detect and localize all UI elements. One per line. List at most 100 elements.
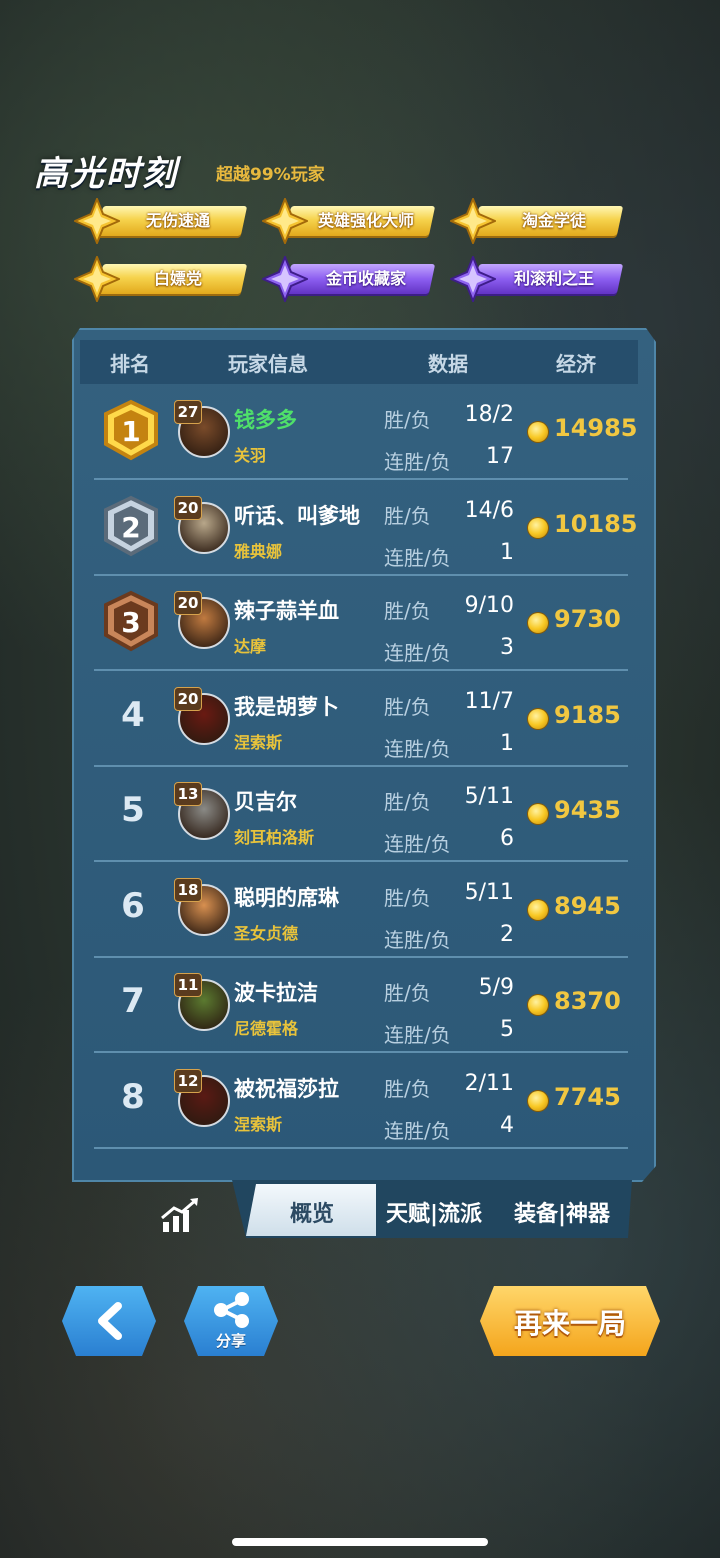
ranking-row[interactable]: 4 20 我是胡萝卜 涅索斯 胜/负 11/7 连胜/负 1 9185 [94, 671, 628, 767]
player-level: 20 [174, 591, 202, 615]
header-player: 玩家信息 [228, 352, 308, 376]
header-economy: 经济 [556, 352, 596, 376]
win-loss-value: 5/9 [478, 975, 514, 1000]
ranking-row[interactable]: 1 27 钱多多 关羽 胜/负 18/2 连胜/负 17 14985 [94, 384, 638, 480]
ranking-row[interactable]: 5 13 贝吉尔 刻耳柏洛斯 胜/负 5/11 连胜/负 6 9435 [94, 766, 628, 862]
win-loss-value: 5/11 [464, 879, 514, 905]
badge-label: 无伤速通 [145, 211, 210, 230]
rank-medal-icon: 3 [104, 590, 158, 652]
economy-value: 10185 [554, 509, 638, 538]
badge-label: 英雄强化大师 [317, 211, 414, 230]
streak-value: 4 [500, 1112, 514, 1138]
badge-label: 利滚利之王 [513, 269, 594, 288]
hero-name: 关羽 [234, 446, 267, 465]
streak-value: 2 [500, 921, 514, 947]
player-level: 27 [174, 400, 202, 424]
tab-overview[interactable]: 概览 [290, 1196, 334, 1228]
player-name: 聪明的席琳 [234, 885, 339, 910]
coin-icon [528, 708, 548, 729]
streak-label: 连胜/负 [384, 736, 451, 761]
achievement-badges: 无伤速通 英雄强化大师 淘金学徒 白嫖党 金币收藏家 利滚利之王 [70, 192, 630, 304]
rank-medal-number: 1 [121, 415, 140, 448]
win-loss-value: 14/6 [464, 497, 514, 523]
hero-name: 涅索斯 [234, 732, 283, 752]
rank-number: 5 [121, 790, 145, 830]
economy-value: 7745 [554, 1082, 621, 1111]
badge-hero-upgrade-master[interactable]: 英雄强化大师 [262, 198, 436, 244]
badge-gold-apprentice[interactable]: 淘金学徒 [450, 198, 624, 244]
player-level: 11 [174, 973, 202, 997]
hero-name: 刻耳柏洛斯 [234, 828, 315, 847]
streak-value: 5 [500, 1017, 514, 1042]
ranking-row[interactable]: 8 12 被祝福莎拉 涅索斯 胜/负 2/11 连胜/负 4 7745 [94, 1053, 628, 1149]
win-loss-label: 胜/负 [384, 694, 431, 719]
win-loss-label: 胜/负 [384, 503, 431, 528]
streak-label: 连胜/负 [384, 450, 451, 474]
rank-medal-icon: 2 [104, 495, 158, 556]
streak-value: 1 [500, 730, 514, 756]
player-level: 20 [174, 495, 202, 520]
win-loss-label: 胜/负 [384, 1076, 431, 1101]
tab-equipment[interactable]: 装备|神器 [514, 1196, 610, 1228]
streak-value: 1 [500, 539, 514, 565]
coin-icon [528, 1090, 548, 1111]
coin-icon [528, 995, 548, 1015]
win-loss-label: 胜/负 [384, 408, 431, 432]
badge-freeloader[interactable]: 白嫖党 [74, 256, 248, 302]
player-level: 20 [174, 686, 202, 711]
coin-icon [528, 899, 548, 920]
player-name: 钱多多 [234, 408, 297, 432]
share-icon [214, 1292, 249, 1328]
badge-compound-king[interactable]: 利滚利之王 [450, 256, 624, 302]
win-loss-label: 胜/负 [384, 981, 431, 1005]
streak-label: 连胜/负 [384, 1118, 451, 1143]
economy-value: 9435 [554, 796, 621, 824]
streak-label: 连胜/负 [384, 927, 451, 952]
economy-value: 8945 [554, 891, 621, 920]
header-rank: 排名 [110, 352, 150, 376]
rank-medal-number: 3 [121, 606, 140, 639]
player-name: 辣子蒜羊血 [234, 599, 339, 623]
ranking-row[interactable]: 7 11 波卡拉洁 尼德霍格 胜/负 5/9 连胜/负 5 8370 [94, 957, 628, 1053]
ranking-row[interactable]: 6 18 聪明的席琳 圣女贞德 胜/负 5/11 连胜/负 2 8945 [94, 862, 628, 958]
hero-name: 圣女贞德 [234, 923, 299, 943]
player-name: 我是胡萝卜 [234, 694, 339, 719]
economy-value: 8370 [554, 987, 621, 1015]
streak-label: 连胜/负 [384, 1023, 451, 1047]
share-label: 分享 [215, 1332, 246, 1350]
hero-name: 达摩 [234, 637, 267, 656]
streak-label: 连胜/负 [384, 641, 451, 665]
win-loss-value: 2/11 [464, 1070, 514, 1096]
badge-flawless-clear[interactable]: 无伤速通 [74, 198, 248, 244]
ranking-header [80, 340, 638, 384]
badge-label: 金币收藏家 [325, 269, 406, 288]
streak-label: 连胜/负 [384, 545, 451, 570]
rank-number: 4 [121, 694, 145, 735]
coin-icon [528, 804, 548, 824]
ranking-row[interactable]: 2 20 听话、叫爹地 雅典娜 胜/负 14/6 连胜/负 1 10185 [94, 480, 638, 576]
rank-number: 8 [121, 1076, 145, 1117]
win-loss-label: 胜/负 [384, 599, 431, 623]
player-name: 贝吉尔 [234, 790, 297, 814]
header-data: 数据 [428, 352, 468, 376]
rank-medal-number: 2 [121, 511, 140, 544]
coin-icon [528, 517, 548, 538]
streak-value: 3 [500, 635, 514, 660]
replay-label[interactable]: 再来一局 [480, 1302, 660, 1342]
badge-coin-collector[interactable]: 金币收藏家 [262, 256, 436, 302]
economy-value: 9730 [554, 605, 621, 633]
player-name: 被祝福莎拉 [234, 1076, 339, 1101]
highlight-title: 高光时刻 [34, 154, 178, 194]
home-indicator[interactable] [232, 1538, 488, 1546]
hero-name: 涅索斯 [234, 1114, 283, 1134]
tab-talent[interactable]: 天赋|流派 [386, 1196, 482, 1228]
badge-label: 白嫖党 [153, 269, 202, 288]
highlight-subtitle: 超越99%玩家 [216, 165, 325, 185]
player-name: 听话、叫爹地 [234, 503, 360, 528]
stats-chart-icon[interactable] [160, 1196, 200, 1236]
back-button[interactable] [62, 1286, 156, 1356]
ranking-row[interactable]: 3 20 辣子蒜羊血 达摩 胜/负 9/10 连胜/负 3 9730 [94, 575, 628, 671]
win-loss-label: 胜/负 [384, 885, 431, 910]
player-level: 12 [174, 1068, 202, 1093]
rank-number: 6 [121, 885, 145, 926]
